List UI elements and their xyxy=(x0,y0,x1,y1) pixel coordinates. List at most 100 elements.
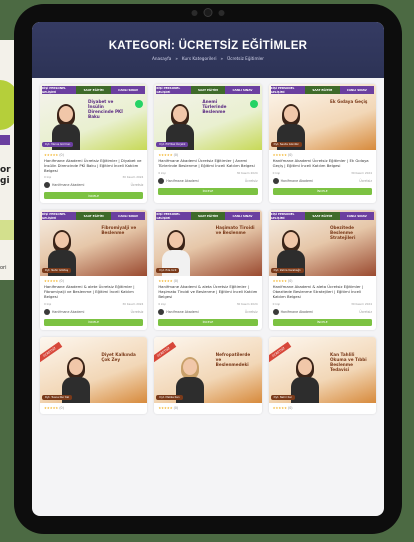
view-course-button[interactable]: İNCELE xyxy=(158,318,258,326)
student-count: 0 kişi xyxy=(158,170,166,175)
course-thumbnail[interactable]: ÜCRETSİZ Kan Tahlili Okuma ve Tıbbi Besl… xyxy=(268,336,376,403)
course-meta: 0 kişi 30 Kasım 2024 xyxy=(44,302,143,306)
view-course-button[interactable]: İNCELE xyxy=(158,187,258,195)
rating-stars: ★★★★★ (0) xyxy=(272,405,293,410)
breadcrumb-categories[interactable]: Kurs Kategorileri xyxy=(182,56,217,61)
student-count: 0 kişi xyxy=(44,175,52,180)
course-meta: 0 kişi 30 Kasım 2024 xyxy=(273,171,372,175)
course-meta: 0 kişi 30 Kasım 2024 xyxy=(273,302,372,306)
rating-stars: ★★★★★ (0) xyxy=(158,279,179,284)
presenter-body xyxy=(290,376,319,403)
course-card[interactable]: ÜCRETSİZ Diyet Kalkında Çok Zey Dyt. Tua… xyxy=(40,336,148,414)
view-course-button[interactable]: İNCELE xyxy=(44,192,144,200)
course-thumbnail[interactable]: KİŞİ PERSONEL GELİŞİMİ SAAT EĞİTİM CANLI… xyxy=(268,210,376,277)
course-author-row: Hanifmane Akademi Ücretsiz xyxy=(272,308,372,315)
view-course-button[interactable]: İNCELE xyxy=(272,318,372,326)
poster-title: Kan Tahlili Okuma ve Tıbbi Beslenme Teda… xyxy=(330,351,367,372)
poster-title: Fibromiyalji ve Beslenme xyxy=(101,225,137,236)
author-name[interactable]: Hanifmane Akademi xyxy=(52,183,84,187)
view-course-button[interactable]: İNCELE xyxy=(44,318,144,326)
course-card[interactable]: ÜCRETSİZ Nefropatilerde ve Beslenmedeki … xyxy=(154,336,262,414)
presenter-name-badge: Dyt. Nehir Göktaş xyxy=(42,268,72,274)
course-thumbnail[interactable]: KİŞİ PERSONEL GELİŞİMİ SAAT EĞİTİM CANLI… xyxy=(40,84,148,150)
course-card[interactable]: KİŞİ PERSONEL GELİŞİMİ SAAT EĞİTİM CANLI… xyxy=(154,210,262,330)
tablet-frame: KATEGORİ: ÜCRETSİZ EĞİTİMLER Anasayfa » … xyxy=(14,4,402,534)
course-author-row: Hanifmane Akademi Ücretsiz xyxy=(158,308,258,315)
presenter-name-badge: Dyt. Sevda Gündüz xyxy=(270,142,302,147)
poster-tag: SAAT EĞİTİM xyxy=(76,86,111,94)
course-card[interactable]: KİŞİ PERSONEL GELİŞİMİ SAAT EĞİTİM CANLI… xyxy=(268,84,376,204)
course-card[interactable]: KİŞİ PERSONEL GELİŞİMİ SAAT EĞİTİM CANLI… xyxy=(40,84,148,204)
poster-tag: SAAT EĞİTİM xyxy=(190,86,226,94)
course-thumbnail[interactable]: KİŞİ PERSONEL GELİŞİMİ SAAT EĞİTİM CANLI… xyxy=(268,84,376,150)
course-card-body: ★★★★★ (0) Hanifmane Akademi & aleta Ücre… xyxy=(269,276,376,329)
camera-lens-icon xyxy=(203,8,213,17)
course-card[interactable]: KİŞİ PERSONEL GELİŞİMİ SAAT EĞİTİM CANLI… xyxy=(154,84,262,204)
view-course-button[interactable]: İNCELE xyxy=(272,187,372,195)
author-name[interactable]: Hanifmane Akademi xyxy=(281,310,313,314)
camera-dot-icon xyxy=(218,9,225,16)
author-name[interactable]: Hanifmane Akademi xyxy=(166,310,198,314)
poster-tag: CANLI SINAV xyxy=(225,212,260,221)
author-name[interactable]: Hanifmane Akademi xyxy=(166,179,198,183)
background-text: ori xyxy=(0,265,7,271)
breadcrumb-separator: » xyxy=(175,55,178,61)
course-card-body: ★★★★★ (0) Hanifmane Akademi Ücretsiz Eği… xyxy=(269,150,376,199)
presenter-name-badge: Dyt. Merve Gül Can xyxy=(42,142,74,147)
course-title-link[interactable]: Hanifmane Akademi & alete Ücretsiz Eğiti… xyxy=(44,284,143,299)
rating-stars: ★★★★★ (0) xyxy=(158,153,179,157)
breadcrumb: Anasayfa » Kurs Kategorileri » Ücretsiz … xyxy=(152,56,264,61)
course-date: 30 Kasım 2024 xyxy=(351,301,372,306)
free-ribbon: ÜCRETSİZ xyxy=(154,341,177,362)
course-date: 30 Kasım 2024 xyxy=(122,175,144,180)
rating-stars: ★★★★★ (0) xyxy=(272,153,293,157)
course-meta: 0 kişi 30 Kasım 2024 xyxy=(44,175,143,179)
author-name[interactable]: Hanifmane Akademi xyxy=(281,179,313,183)
breadcrumb-current: Ücretsiz Eğitimler xyxy=(227,55,264,61)
course-title-link[interactable]: Hanifmane Akademi & aleta Ücretsiz Eğiti… xyxy=(158,284,257,299)
presenter-name-badge: Dyt. Zehra Karabağlı xyxy=(270,268,304,274)
poster-tag: SAAT EĞİTİM xyxy=(305,86,340,94)
course-thumbnail[interactable]: KİŞİ PERSONEL GELİŞİMİ SAAT EĞİTİM CANLI… xyxy=(40,210,148,277)
poster-tag-bar: KİŞİ PERSONEL GELİŞİMİ SAAT EĞİTİM CANLI… xyxy=(156,86,260,94)
whatsapp-icon xyxy=(249,100,258,108)
poster-tag-bar: KİŞİ PERSONEL GELİŞİMİ SAAT EĞİTİM CANLI… xyxy=(156,212,260,221)
camera-dot-icon xyxy=(191,9,198,16)
course-title-link[interactable]: Hanifmane Akademi & aleta Ücretsiz Eğiti… xyxy=(273,284,372,299)
student-count: 0 kişi xyxy=(272,170,280,175)
poster-tag: KİŞİ PERSONEL GELİŞİMİ xyxy=(156,86,191,94)
course-card[interactable]: KİŞİ PERSONEL GELİŞİMİ SAAT EĞİTİM CANLI… xyxy=(40,210,148,330)
course-title-link[interactable]: Hanifmane Akademi Ücretsiz Eğitimler | D… xyxy=(44,158,143,173)
presenter-name-badge: Dyt. Nehir Kar xyxy=(270,394,295,400)
course-thumbnail[interactable]: KİŞİ PERSONEL GELİŞİMİ SAAT EĞİTİM CANLI… xyxy=(154,210,262,277)
poster-title: Diyabet ve İnsülin Direncinde PKİ Baku xyxy=(88,99,123,119)
student-count: 0 kişi xyxy=(158,301,166,306)
course-title-link[interactable]: Hanifmane Akademi Ücretsiz Eğitimler | E… xyxy=(273,158,372,169)
course-thumbnail[interactable]: KİŞİ PERSONEL GELİŞİMİ SAAT EĞİTİM CANLI… xyxy=(154,84,262,150)
poster-tag: KİŞİ PERSONEL GELİŞİMİ xyxy=(270,212,306,221)
category-header: KATEGORİ: ÜCRETSİZ EĞİTİMLER Anasayfa » … xyxy=(32,22,384,78)
course-author-row: Hanifmane Akademi Ücretsiz xyxy=(44,308,143,315)
course-date: 30 Kasım 2024 xyxy=(351,170,372,175)
course-date: 30 Kasım 2024 xyxy=(122,301,144,306)
presenter-name-badge: Dyt. Tuana Nur Kal xyxy=(42,394,73,400)
author-avatar xyxy=(158,308,165,315)
student-count: 0 kişi xyxy=(272,301,280,306)
poster-title: Anemi Türlerinde Beslenme xyxy=(202,99,227,114)
course-price: Ücretsiz xyxy=(244,309,258,314)
course-card[interactable]: ÜCRETSİZ Kan Tahlili Okuma ve Tıbbi Besl… xyxy=(268,336,376,414)
poster-tag: KİŞİ PERSONEL GELİŞİMİ xyxy=(42,86,77,94)
course-thumbnail[interactable]: ÜCRETSİZ Diyet Kalkında Çok Zey Dyt. Tua… xyxy=(40,336,148,403)
breadcrumb-home[interactable]: Anasayfa xyxy=(152,56,171,61)
course-title-link[interactable]: Hanifmane Akademi Ücretsiz Eğitimler | A… xyxy=(158,158,257,169)
course-card[interactable]: KİŞİ PERSONEL GELİŞİMİ SAAT EĞİTİM CANLI… xyxy=(268,210,376,330)
poster-title: Diyet Kalkında Çok Zey xyxy=(101,351,136,362)
course-author-row: Hanifmane Akademi Ücretsiz xyxy=(158,177,258,184)
presenter-head xyxy=(283,232,298,249)
poster-tag: CANLI SINAV xyxy=(110,212,146,221)
presenter-name-badge: Dyt. Elif Naz Özçelik xyxy=(156,142,189,147)
poster-tag: SAAT EĞİTİM xyxy=(76,212,111,221)
course-thumbnail[interactable]: ÜCRETSİZ Nefropatilerde ve Beslenmedeki … xyxy=(154,336,262,403)
page-title: KATEGORİ: ÜCRETSİZ EĞİTİMLER xyxy=(108,39,308,52)
author-name[interactable]: Hanifmane Akademi xyxy=(52,310,84,314)
